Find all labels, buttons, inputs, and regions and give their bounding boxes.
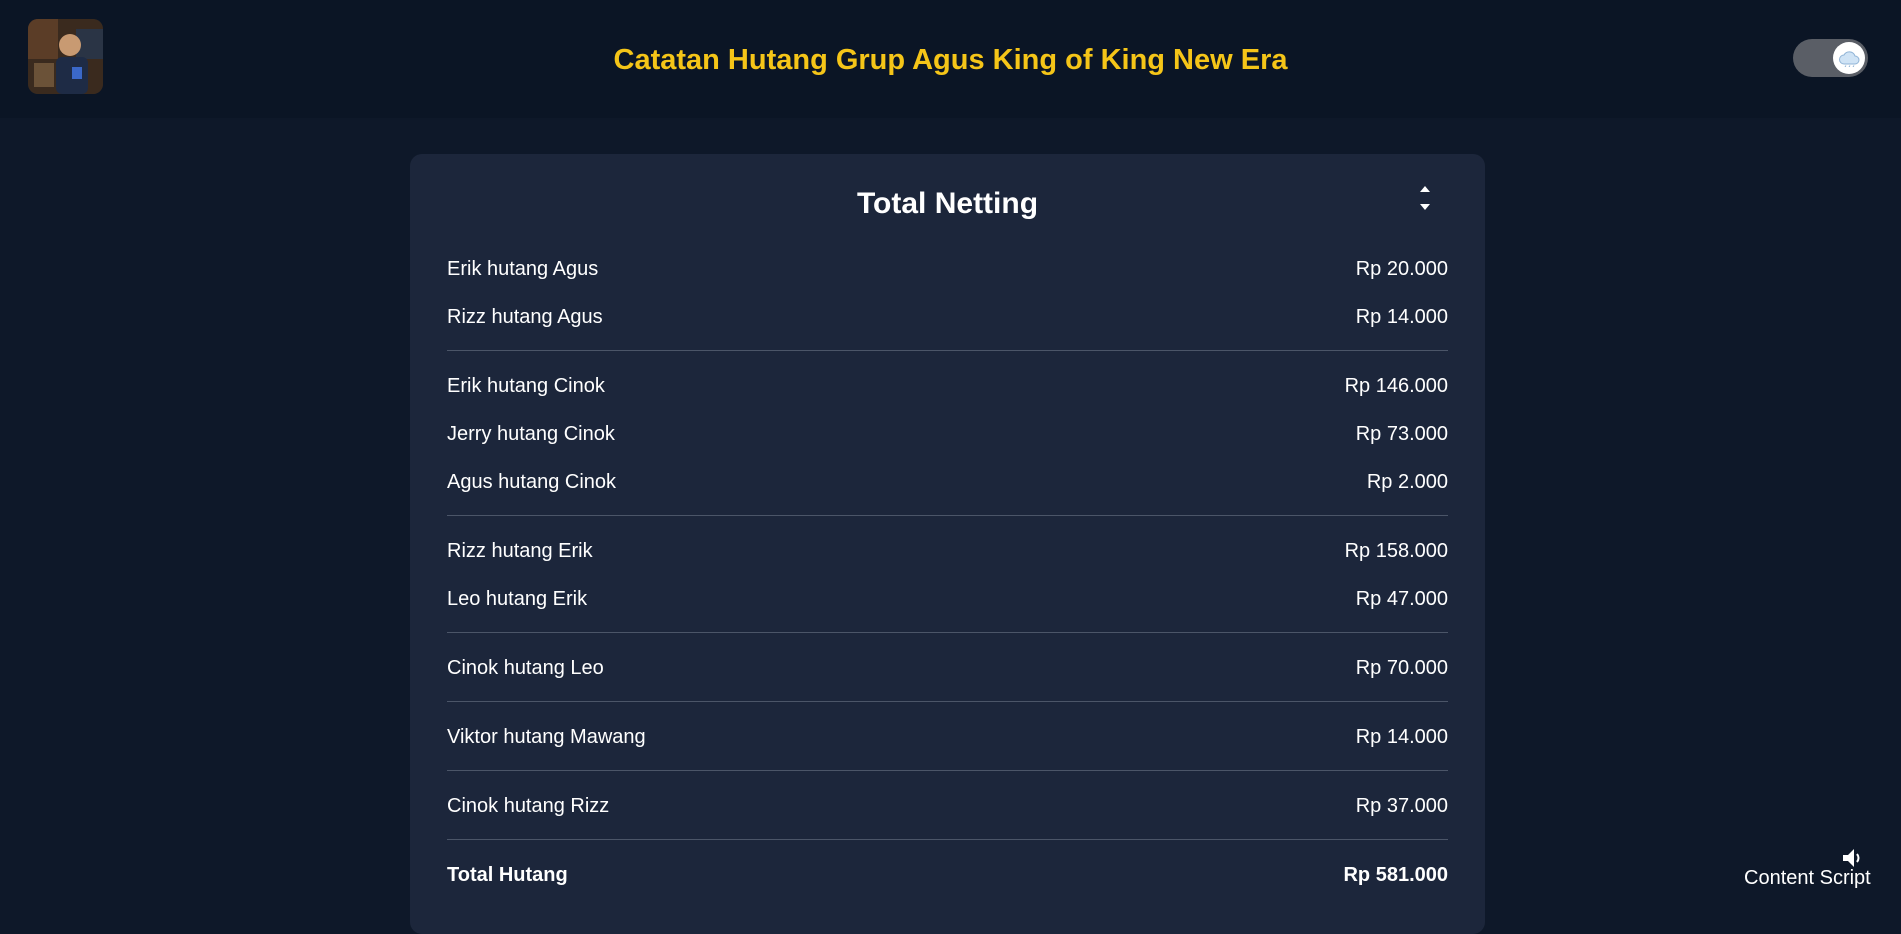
- content-script-overlay[interactable]: Content Script: [1744, 846, 1884, 896]
- total-label: Total Hutang: [447, 864, 568, 886]
- cloud-icon: [1839, 51, 1860, 67]
- debt-row: Erik hutang Agus Rp 20.000: [447, 255, 1448, 283]
- debt-label: Agus hutang Cinok: [447, 471, 617, 493]
- debt-label: Cinok hutang Leo: [447, 657, 604, 679]
- group-divider: [447, 839, 1448, 840]
- page-title: Catatan Hutang Grup Agus King of King Ne…: [613, 44, 1288, 76]
- theme-toggle[interactable]: [1793, 39, 1868, 77]
- group-divider: [447, 350, 1448, 351]
- debt-label: Leo hutang Erik: [447, 588, 588, 610]
- card-title: Total Netting: [856, 187, 1039, 220]
- debt-amount: Rp 146.000: [1344, 375, 1448, 397]
- debt-amount: Rp 14.000: [1355, 306, 1448, 328]
- debt-row: Jerry hutang Cinok Rp 73.000: [447, 420, 1448, 448]
- debt-row: Agus hutang Cinok Rp 2.000: [447, 468, 1448, 496]
- group-divider: [447, 632, 1448, 633]
- debt-row: Rizz hutang Erik Rp 158.000: [447, 537, 1448, 565]
- debt-amount: Rp 70.000: [1355, 657, 1448, 679]
- total-amount: Rp 581.000: [1343, 864, 1448, 886]
- toggle-knob[interactable]: [1833, 42, 1865, 74]
- debt-amount: Rp 2.000: [1366, 471, 1448, 493]
- debt-amount: Rp 47.000: [1355, 588, 1448, 610]
- debt-amount: Rp 20.000: [1355, 258, 1448, 280]
- debt-row: Viktor hutang Mawang Rp 14.000: [447, 723, 1448, 751]
- group-divider: [447, 515, 1448, 516]
- debt-row: Rizz hutang Agus Rp 14.000: [447, 303, 1448, 331]
- debt-amount: Rp 37.000: [1355, 795, 1448, 817]
- debt-label: Viktor hutang Mawang: [447, 726, 646, 748]
- debt-label: Erik hutang Agus: [447, 258, 599, 280]
- debt-amount: Rp 14.000: [1355, 726, 1448, 748]
- sort-button[interactable]: [1410, 182, 1440, 214]
- debt-label: Jerry hutang Cinok: [447, 423, 615, 445]
- debt-label: Cinok hutang Rizz: [447, 795, 610, 817]
- debt-label: Rizz hutang Erik: [447, 540, 593, 562]
- debt-label: Erik hutang Cinok: [447, 375, 605, 397]
- debt-row: Cinok hutang Leo Rp 70.000: [447, 654, 1448, 682]
- total-row: Total Hutang Rp 581.000: [447, 861, 1448, 889]
- app-header: Catatan Hutang Grup Agus King of King Ne…: [0, 0, 1901, 118]
- group-divider: [447, 770, 1448, 771]
- sort-icon: [1420, 186, 1430, 210]
- group-divider: [447, 701, 1448, 702]
- debt-row: Leo hutang Erik Rp 47.000: [447, 585, 1448, 613]
- debt-label: Rizz hutang Agus: [447, 306, 603, 328]
- debt-amount: Rp 73.000: [1355, 423, 1448, 445]
- debt-row: Erik hutang Cinok Rp 146.000: [447, 372, 1448, 400]
- debt-amount: Rp 158.000: [1344, 540, 1448, 562]
- debt-row: Cinok hutang Rizz Rp 37.000: [447, 792, 1448, 820]
- content-script-label: Content Script: [1744, 867, 1871, 889]
